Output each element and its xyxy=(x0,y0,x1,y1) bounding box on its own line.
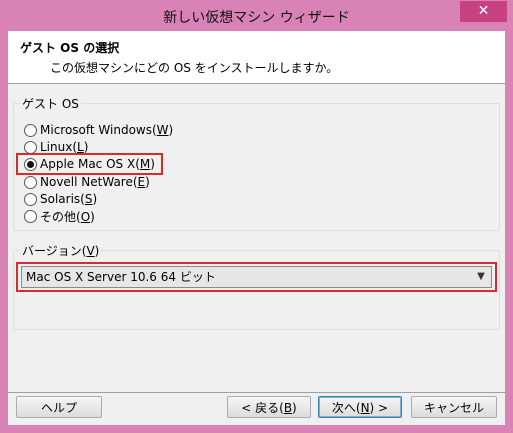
cancel-button[interactable]: キャンセル xyxy=(411,396,497,418)
radio-apple-mac-os-x[interactable]: Apple Mac OS X(M) xyxy=(24,156,155,172)
radio-button-icon xyxy=(24,123,37,137)
radio-label: Apple Mac OS X(M) xyxy=(40,157,155,171)
wizard-header: ゲスト OS の選択 この仮想マシンにどの OS をインストールしますか。 xyxy=(8,31,505,84)
wizard-window: 新しい仮想マシン ウィザード ✕ ゲスト OS の選択 この仮想マシンにどの O… xyxy=(0,0,513,433)
radio-button-icon xyxy=(24,209,37,223)
page-description: この仮想マシンにどの OS をインストールしますか。 xyxy=(50,61,339,75)
radio-microsoft-windows[interactable]: Microsoft Windows(W) xyxy=(24,122,173,138)
window-title: 新しい仮想マシン ウィザード xyxy=(163,10,350,26)
version-dropdown[interactable]: Mac OS X Server 10.6 64 ビット ▼ xyxy=(21,266,492,288)
radio-label: Solaris(S) xyxy=(40,192,98,206)
radio-label: Microsoft Windows(W) xyxy=(40,123,174,137)
radio-button-icon xyxy=(24,140,37,154)
footer-separator xyxy=(8,392,505,393)
version-group-label: バージョン(V) xyxy=(20,242,102,259)
radio-button-icon xyxy=(24,192,37,206)
close-icon: ✕ xyxy=(477,3,490,19)
guest-os-group-label: ゲスト OS xyxy=(20,95,81,112)
next-button[interactable]: 次へ(N) > xyxy=(318,396,402,418)
radio-button-checked-icon xyxy=(24,157,37,171)
radio-label: Novell NetWare(E) xyxy=(40,175,150,189)
help-button[interactable]: ヘルプ xyxy=(16,396,102,418)
radio-label: Linux(L) xyxy=(40,140,89,154)
radio-label: その他(O) xyxy=(40,209,95,224)
radio-novell-netware[interactable]: Novell NetWare(E) xyxy=(24,174,150,190)
radio-solaris[interactable]: Solaris(S) xyxy=(24,191,97,207)
version-dropdown-value: Mac OS X Server 10.6 64 ビット xyxy=(26,270,216,284)
chevron-down-icon[interactable]: ▼ xyxy=(473,269,489,285)
title-bar[interactable]: 新しい仮想マシン ウィザード ✕ xyxy=(0,0,513,31)
back-button[interactable]: < 戻る(B) xyxy=(227,396,311,418)
radio-other[interactable]: その他(O) xyxy=(24,208,95,224)
close-button[interactable]: ✕ xyxy=(460,1,507,22)
page-title: ゲスト OS の選択 xyxy=(20,41,120,55)
wizard-client-area: ゲスト OS の選択 この仮想マシンにどの OS をインストールしますか。 ゲス… xyxy=(8,31,505,425)
radio-button-icon xyxy=(24,175,37,189)
